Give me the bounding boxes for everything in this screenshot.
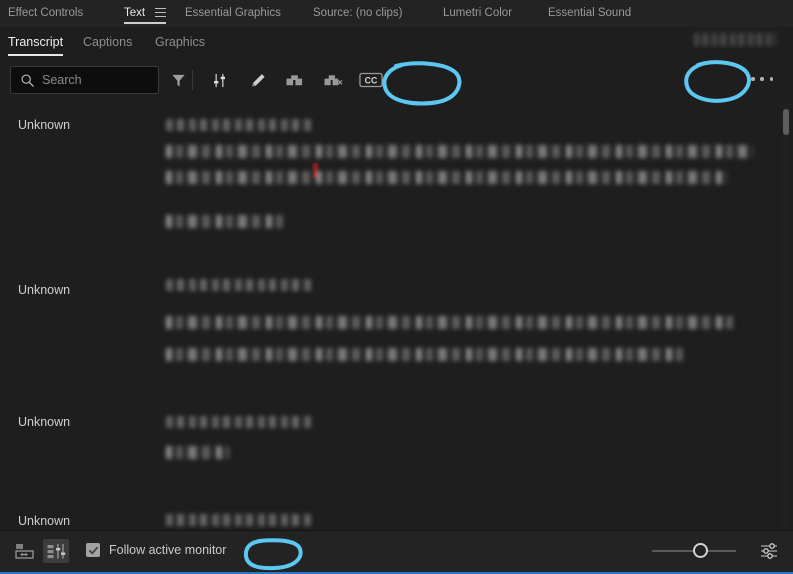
redacted-sequence-name	[694, 33, 776, 46]
speaker-label[interactable]: Unknown	[18, 118, 70, 132]
text-panel-window: Effect Controls Text Essential Graphics …	[0, 0, 793, 574]
panel-tab-label: Effect Controls	[8, 7, 84, 19]
text-settings-button[interactable]	[759, 541, 779, 561]
redacted-transcript-line[interactable]	[166, 446, 229, 459]
panel-menu-icon[interactable]	[155, 8, 167, 18]
panel-tab-lumetri-color[interactable]: Lumetri Color	[443, 0, 512, 27]
sliders-icon	[213, 73, 225, 87]
sub-tab-label: Graphics	[155, 35, 206, 49]
edit-transcript-button[interactable]	[246, 68, 270, 92]
pencil-icon	[251, 73, 265, 86]
cc-icon: CC	[359, 72, 383, 88]
sub-tab-label: Transcript	[8, 35, 64, 49]
split-clip-button[interactable]	[321, 68, 345, 92]
panel-tab-label: Text	[124, 7, 146, 19]
speaker-view-button[interactable]	[43, 539, 69, 563]
sub-tab-graphics[interactable]: Graphics	[155, 27, 205, 58]
transcript-scrollbar-thumb[interactable]	[783, 109, 789, 135]
speaker-view-icon	[47, 544, 66, 559]
more-options-button[interactable]	[751, 73, 773, 85]
toolbar-separator	[192, 70, 193, 90]
checkbox-box[interactable]	[86, 543, 100, 557]
active-sub-tab-underline	[8, 54, 64, 56]
merge-clips-button[interactable]	[282, 68, 306, 92]
search-box[interactable]	[10, 66, 203, 94]
search-icon	[21, 73, 34, 87]
redacted-transcript-line[interactable]	[166, 215, 284, 228]
transcript-view-button[interactable]	[12, 539, 38, 563]
redacted-timestamp	[166, 514, 312, 526]
text-settings-icon	[761, 543, 777, 559]
panel-tab-bar: Effect Controls Text Essential Graphics …	[0, 0, 793, 28]
sub-tab-transcript[interactable]: Transcript	[8, 27, 64, 58]
redacted-timestamp	[166, 279, 312, 291]
panel-tab-label: Lumetri Color	[443, 7, 513, 19]
dot	[769, 77, 773, 81]
redacted-transcript-line[interactable]	[166, 316, 733, 329]
filter-button[interactable]	[166, 68, 190, 92]
dot	[751, 77, 755, 81]
svg-text:CC: CC	[365, 76, 378, 86]
sub-tab-label: Captions	[83, 35, 133, 49]
speaker-label[interactable]: Unknown	[18, 514, 70, 528]
speaker-label[interactable]: Unknown	[18, 283, 70, 297]
panel-tab-text[interactable]: Text	[124, 0, 167, 27]
redacted-timestamp	[166, 416, 312, 428]
follow-active-monitor-checkbox[interactable]: Follow active monitor	[86, 543, 226, 557]
transcript-list[interactable]: Unknown Unknown Unknown Unknown	[0, 103, 793, 531]
redacted-timestamp	[166, 119, 312, 131]
panel-tab-label: Essential Graphics	[185, 7, 281, 19]
checkbox-label: Follow active monitor	[109, 543, 227, 557]
transcript-sub-tab-bar: Transcript Captions Graphics	[0, 27, 793, 59]
filter-icon	[171, 74, 185, 86]
checkmark-icon	[88, 546, 98, 554]
split-clip-icon	[324, 74, 342, 85]
redacted-transcript-line[interactable]	[166, 145, 753, 158]
create-captions-button[interactable]: CC	[358, 68, 384, 92]
redacted-transcript-line[interactable]	[166, 171, 727, 184]
speaker-label[interactable]: Unknown	[18, 415, 70, 429]
transcript-scrollbar-track[interactable]	[782, 104, 790, 530]
panel-tab-essential-sound[interactable]: Essential Sound	[548, 0, 631, 27]
transcript-view-icon	[15, 544, 34, 559]
panel-tab-effect-controls[interactable]: Effect Controls	[8, 0, 83, 27]
panel-tab-essential-graphics[interactable]: Essential Graphics	[185, 0, 281, 27]
panel-tab-label: Essential Sound	[548, 7, 632, 19]
dot	[760, 77, 764, 81]
panel-tab-source[interactable]: Source: (no clips)	[313, 0, 402, 27]
merge-clips-icon	[285, 74, 302, 85]
panel-tab-label: Source: (no clips)	[313, 7, 403, 19]
transcript-settings-button[interactable]	[207, 68, 231, 92]
active-tab-underline	[124, 22, 167, 24]
sub-tab-captions[interactable]: Captions	[83, 27, 132, 58]
zoom-slider-handle[interactable]	[693, 543, 708, 558]
redacted-transcript-line[interactable]	[166, 348, 687, 361]
